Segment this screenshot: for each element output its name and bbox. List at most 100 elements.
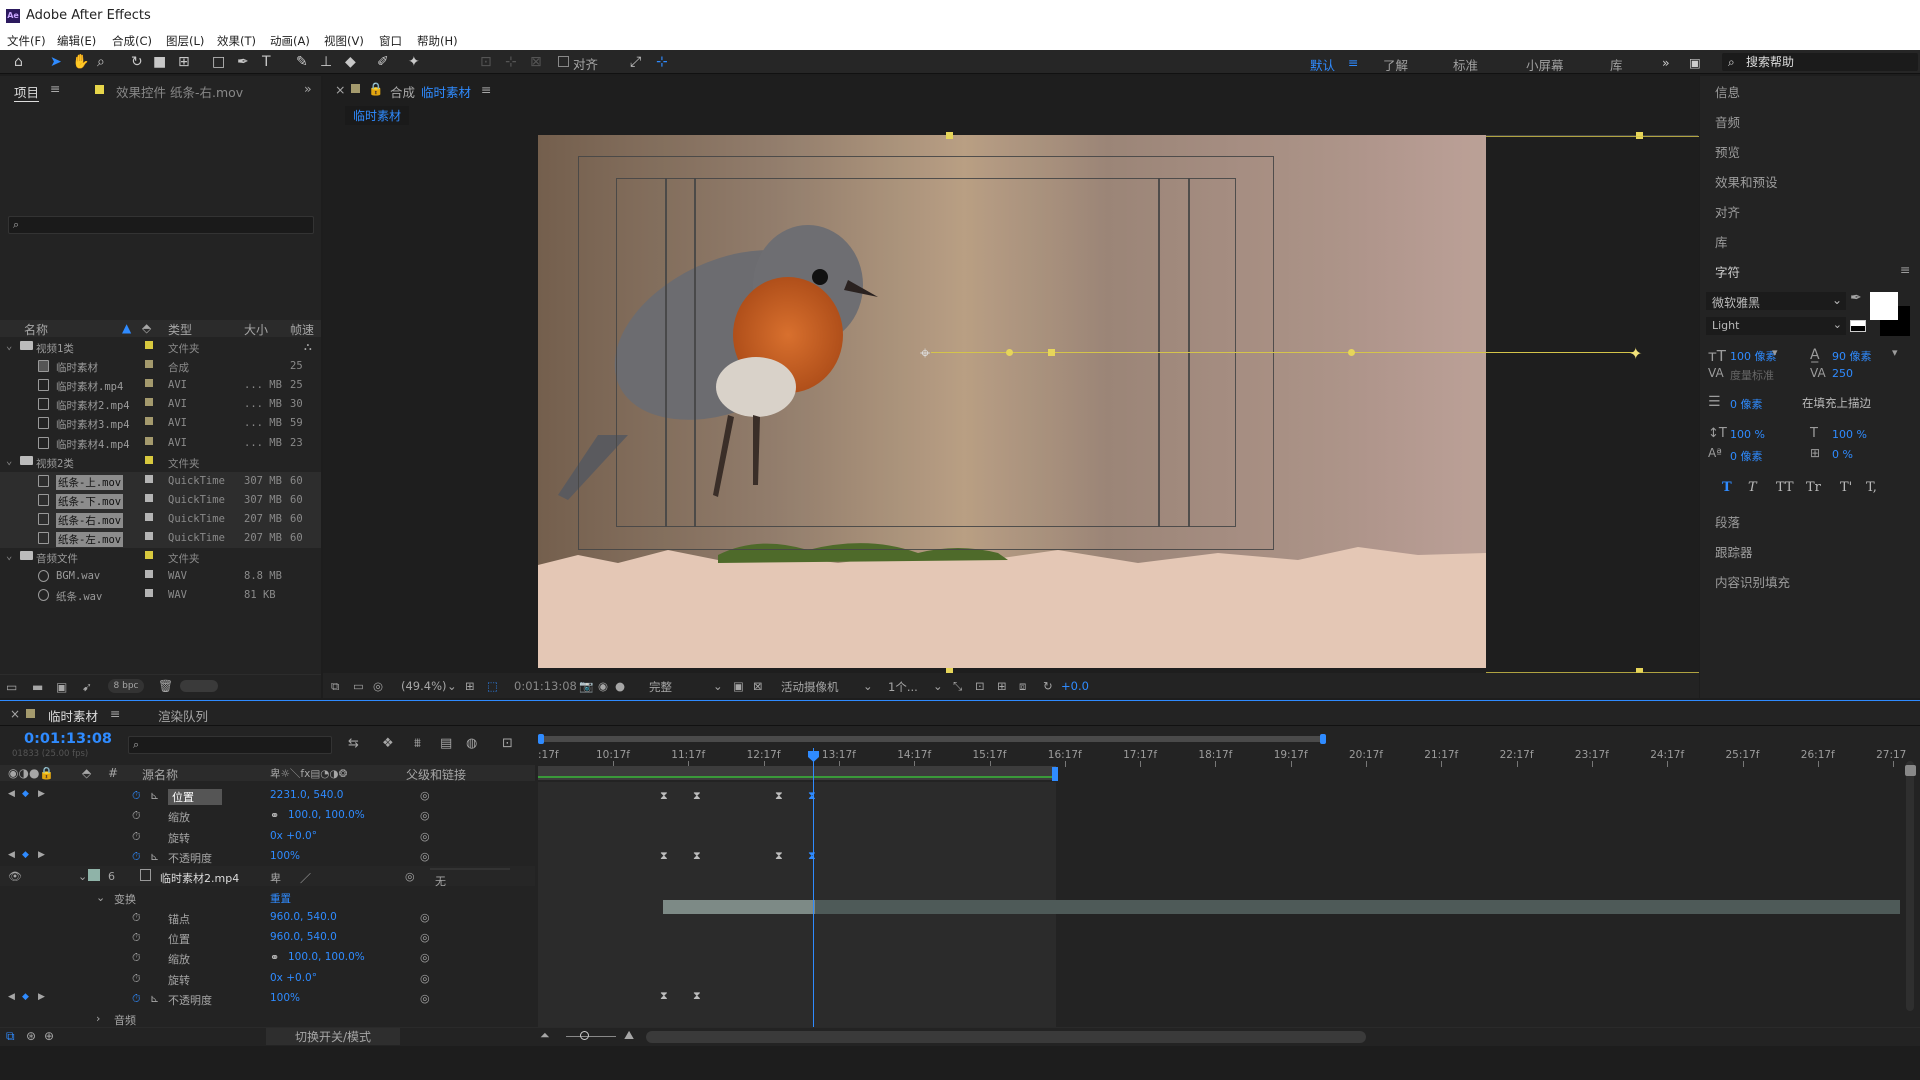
text-icon[interactable]: T	[262, 54, 271, 70]
motion-path[interactable]	[931, 352, 1486, 353]
label-color[interactable]	[145, 360, 153, 369]
resolution-select[interactable]: 完整	[649, 679, 672, 695]
label-color[interactable]	[145, 341, 153, 349]
stopwatch-icon[interactable]: ⏱	[132, 830, 141, 844]
kerning-value[interactable]: 度量标准	[1730, 367, 1774, 383]
label-color[interactable]	[145, 417, 153, 426]
mask-visibility-icon[interactable]: ⬚	[487, 679, 498, 693]
property-row[interactable]: ⌄ 变换 重置	[0, 887, 535, 907]
prev-keyframe-icon[interactable]: ◀	[8, 992, 15, 1002]
label-color[interactable]	[145, 551, 153, 560]
prev-keyframe-icon[interactable]: ◀	[8, 789, 15, 799]
clone-stamp-icon[interactable]: ⊥	[320, 54, 332, 70]
faux-bold-button[interactable]: T	[1722, 480, 1732, 495]
stroke-width-value[interactable]: 0 像素	[1730, 396, 1763, 412]
label-color[interactable]	[145, 570, 153, 579]
rotate-icon[interactable]: ↻	[131, 54, 143, 70]
close-tab-icon[interactable]: ×	[10, 707, 20, 721]
next-keyframe-icon[interactable]: ▶	[38, 850, 45, 860]
layer-row[interactable]: 👁 ⌄ 6 临时素材2.mp4 卑 ／ ◎ 无	[0, 866, 535, 888]
property-value[interactable]: 100%	[270, 850, 300, 862]
tab-render-queue[interactable]: 渲染队列	[158, 706, 208, 725]
flowchart-icon[interactable]: ⊞	[997, 679, 1007, 693]
menu-view[interactable]: 视图(V)	[324, 33, 364, 49]
tab-effect-controls[interactable]: 效果控件 纸条-右.mov	[116, 82, 243, 101]
workspace-standard[interactable]: 标准	[1453, 55, 1478, 74]
expression-pickwhip-icon[interactable]: ◎	[420, 911, 430, 924]
keyframe-icon[interactable]: ⧗	[693, 849, 701, 863]
expression-pickwhip-icon[interactable]: ◎	[420, 809, 430, 822]
col-type[interactable]: 类型	[168, 321, 192, 338]
shy-switch-icon[interactable]: 卑	[270, 870, 281, 886]
menu-animation[interactable]: 动画(A)	[270, 33, 310, 49]
sync-icon[interactable]: ▣	[1689, 55, 1701, 70]
grid-toggle-icon[interactable]: ⊞	[465, 679, 475, 693]
col-parent[interactable]: 父级和链接	[406, 766, 466, 783]
timeline-icon[interactable]: ⊡	[975, 679, 985, 693]
expression-pickwhip-icon[interactable]: ◎	[420, 830, 430, 843]
switches-icon[interactable]: 卑☼＼fx▤◔◑❂	[270, 766, 347, 781]
keyframe-icon[interactable]: ⧗	[693, 789, 701, 803]
tsume-value[interactable]: 0 %	[1832, 448, 1853, 461]
interpret-footage-icon[interactable]: ▭	[6, 680, 17, 694]
add-keyframe-icon[interactable]: ◆	[22, 850, 29, 860]
property-row[interactable]: ⏱ 旋转 0x +0.0° ◎	[0, 968, 535, 988]
dropdown-chevron-icon[interactable]: ⌄	[447, 679, 457, 693]
time-ruler[interactable]: :17f 10:17f 11:17f 12:17f 13:17f 14:17f 15:17f…	[538, 745, 1908, 767]
layer-color-label[interactable]	[88, 869, 100, 882]
views-chevron-icon[interactable]: ⌄	[933, 679, 943, 693]
project-item[interactable]: ⌄ 视频1类 文件夹	[0, 338, 321, 357]
eraser-icon[interactable]: ◆	[345, 54, 356, 70]
timeline-h-scrollbar[interactable]	[646, 1031, 1366, 1043]
label-tag-icon[interactable]: ⬘	[82, 766, 91, 780]
show-snapshot-icon[interactable]: ◉	[598, 679, 608, 693]
superscript-button[interactable]: T'	[1840, 480, 1852, 495]
keyframe-icon[interactable]: ⧗	[808, 789, 816, 803]
property-row[interactable]: ⏱ 锚点 960.0, 540.0 ◎	[0, 907, 535, 927]
layer-name[interactable]: 临时素材2.mp4	[160, 870, 239, 886]
shy-layers-icon[interactable]: ⩩	[414, 736, 421, 751]
eyedropper-icon[interactable]: ✒	[1850, 290, 1862, 306]
disclosure-triangle-icon[interactable]: ⌄	[6, 340, 12, 352]
lock-icon[interactable]: 🔒	[368, 81, 384, 97]
workspace-menu-icon[interactable]: ≡	[1348, 55, 1358, 70]
comp-flow-tab[interactable]: 临时素材	[345, 106, 410, 125]
workspace-overflow-icon[interactable]: »	[1662, 55, 1670, 70]
snapshot-mode-icon[interactable]: ⧉	[331, 679, 339, 694]
fast-preview-icon[interactable]: ⤡	[953, 679, 962, 694]
font-style-select[interactable]: Light ⌄	[1706, 317, 1846, 335]
add-keyframe-icon[interactable]: ◆	[22, 992, 29, 1002]
stroke-mode-select[interactable]: 在填充上描边	[1800, 393, 1912, 411]
constrain-link-icon[interactable]: ⚭	[270, 809, 279, 822]
frame-blending-icon[interactable]: ▤	[440, 736, 452, 751]
panel-overflow-icon[interactable]: »	[304, 81, 312, 96]
label-color[interactable]	[145, 474, 153, 483]
close-tab-icon[interactable]: ×	[335, 82, 345, 97]
snapshot-icon[interactable]: 📷	[579, 679, 593, 693]
zoom-out-icon[interactable]: ⏶	[540, 1028, 550, 1043]
transparency-grid-icon[interactable]: ⊠	[753, 679, 763, 693]
col-name[interactable]: 名称	[24, 321, 48, 338]
label-color[interactable]	[145, 379, 153, 388]
project-item[interactable]: ⌄ 视频2类 文件夹	[0, 453, 321, 472]
project-item[interactable]: 纸条-右.mov QuickTime 207 MB 60	[0, 509, 321, 529]
project-item[interactable]: 临时素材2.mp4 AVI ... MB 30	[0, 395, 321, 414]
zoom-slider-handle[interactable]	[580, 1031, 589, 1040]
puppet-pin-icon[interactable]: ✦	[408, 54, 420, 70]
expression-pickwhip-icon[interactable]: ◎	[420, 850, 430, 863]
property-row[interactable]: ⏱ 位置 960.0, 540.0 ◎	[0, 927, 535, 947]
property-value[interactable]: 100%	[270, 992, 300, 1004]
anchor-point-icon[interactable]: ⌖	[920, 343, 930, 364]
draft-3d-icon[interactable]: ❖	[382, 736, 394, 751]
stopwatch-icon[interactable]: ⏱	[132, 931, 141, 945]
label-color[interactable]	[145, 455, 153, 464]
group-name[interactable]: 变换	[114, 891, 136, 907]
motion-blur-icon[interactable]: ◍	[466, 736, 477, 751]
tab-project[interactable]: 项目	[14, 82, 40, 102]
expand-chevron-icon[interactable]: ›	[96, 1012, 100, 1025]
zoom-handle[interactable]	[1905, 765, 1916, 776]
project-item[interactable]: ⌄ 音频文件 文件夹	[0, 548, 321, 567]
project-item[interactable]: 纸条.wav WAV 81 KB	[0, 586, 321, 605]
monitor-icon[interactable]: ▭	[353, 679, 364, 693]
sort-ascending-icon[interactable]: ▲	[122, 321, 131, 335]
